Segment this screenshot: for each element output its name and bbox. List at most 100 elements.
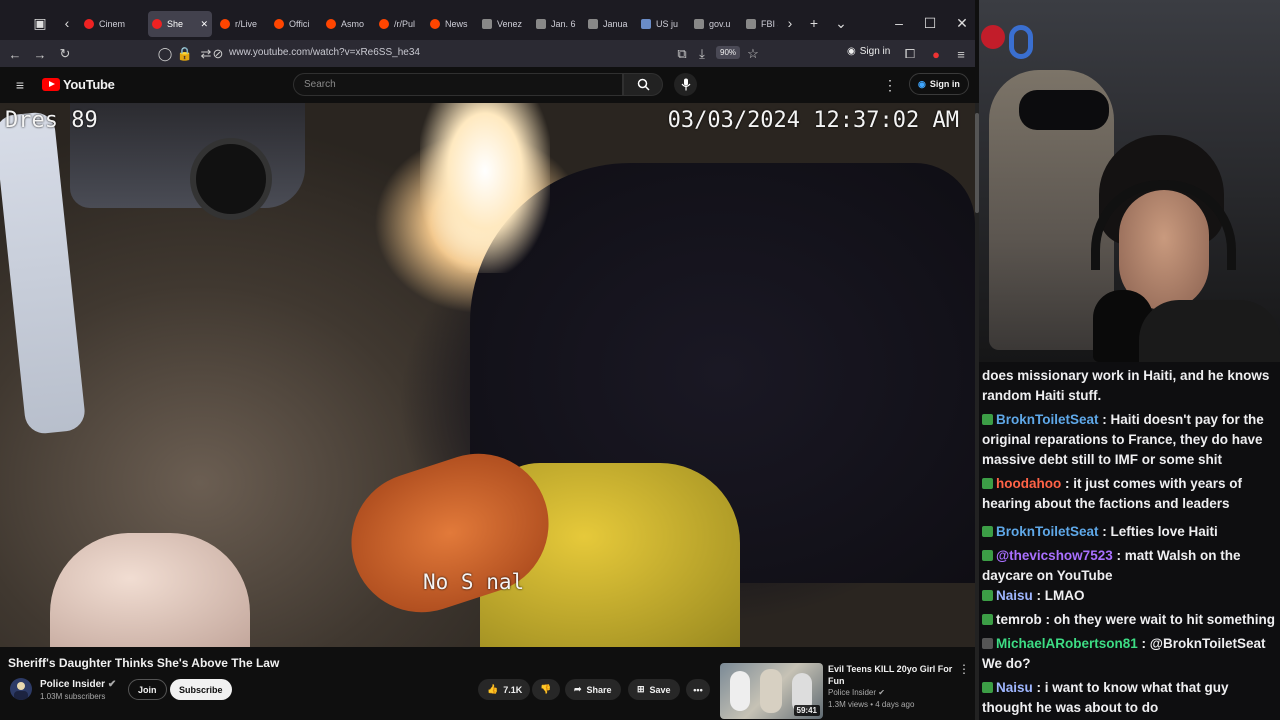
youtube-icon xyxy=(84,19,94,29)
youtube-logo[interactable]: YouTube xyxy=(42,77,115,92)
recommended-menu-icon[interactable]: ⋮ xyxy=(953,658,975,680)
like-count: 7.1K xyxy=(503,684,523,695)
flashlight-glare-shape xyxy=(420,103,550,273)
search-button[interactable] xyxy=(623,73,663,96)
chat-username[interactable]: BroknToiletSeat xyxy=(996,412,1099,427)
shield-icon[interactable]: ◯ xyxy=(155,44,175,64)
menu-icon[interactable]: ≡ xyxy=(951,44,971,64)
site-icon xyxy=(694,19,704,29)
tab-label: US ju xyxy=(656,19,679,29)
back-icon[interactable]: ← xyxy=(5,44,25,64)
tab-2[interactable]: r/Live xyxy=(216,11,266,37)
maximize-icon[interactable]: ☐ xyxy=(919,12,941,34)
extensions-icon[interactable]: ⧠ xyxy=(900,44,920,64)
dislike-button[interactable]: 👎 xyxy=(532,679,560,700)
bookmark-star-icon[interactable]: ☆ xyxy=(743,44,763,64)
video-duration: 59:41 xyxy=(793,705,820,716)
picture-in-picture-icon[interactable]: ⧉ xyxy=(672,44,692,64)
tab-4[interactable]: Asmo xyxy=(322,11,371,37)
tab-label: Asmo xyxy=(341,19,365,29)
lock-icon[interactable]: 🔒 xyxy=(175,44,195,64)
chat-message: MichaelARobertson81 : @BroknToiletSeat W… xyxy=(982,636,1266,671)
voice-search-button[interactable] xyxy=(674,73,697,96)
thumbs-up-icon: 👍 xyxy=(487,684,499,694)
addon-icon[interactable]: ● xyxy=(926,44,946,64)
ellipsis-icon: ••• xyxy=(693,684,703,695)
tab-0[interactable]: Cinem xyxy=(80,11,142,37)
url-bar[interactable]: www.youtube.com/watch?v=xRe6SS_he34 xyxy=(229,47,420,58)
channel-avatar[interactable] xyxy=(10,678,32,700)
tab-11[interactable]: gov.u xyxy=(690,11,738,37)
chat-username[interactable]: temrob xyxy=(996,612,1042,627)
youtube-header: ≡ YouTube ⋮ ◉ Sign in xyxy=(0,67,975,103)
video-player[interactable]: Dres 89 03/03/2024 12:37:02 AM No S nal xyxy=(0,103,975,647)
site-icon xyxy=(536,19,546,29)
tab-3[interactable]: Offici xyxy=(270,11,318,37)
account-sign-in-button[interactable]: ◉ Sign in xyxy=(847,46,890,57)
recommended-title[interactable]: Evil Teens KILL 20yo Girl For Fun xyxy=(828,663,953,687)
shirt-shape xyxy=(1139,300,1280,362)
search-input[interactable] xyxy=(294,74,614,95)
youtube-sign-in-button[interactable]: ◉ Sign in xyxy=(909,73,969,95)
tab-5[interactable]: /r/Pul xyxy=(375,11,422,37)
tabs-scroll-right-icon[interactable]: › xyxy=(779,12,801,34)
like-button[interactable]: 👍 7.1K xyxy=(478,679,530,700)
tab-6[interactable]: News xyxy=(426,11,474,37)
zoom-level[interactable]: 90% xyxy=(716,46,741,59)
tab-label: /r/Pul xyxy=(394,19,416,29)
tab-label: Venez xyxy=(497,19,523,29)
tab-10[interactable]: US ju xyxy=(637,11,686,37)
chat-message: @thevicshow7523 : matt Walsh on the dayc… xyxy=(982,548,1241,583)
new-tab-icon[interactable]: + xyxy=(803,12,825,34)
chat-badge-icon xyxy=(982,682,993,693)
hamburger-menu-icon[interactable]: ≡ xyxy=(9,74,31,96)
channel-name[interactable]: Police Insider ✔ xyxy=(40,679,116,690)
tab-12[interactable]: FBI a xyxy=(742,11,778,37)
chat-badge-icon xyxy=(982,526,993,537)
chat-message: hoodahoo : it just comes with years of h… xyxy=(982,476,1243,511)
reddit-icon xyxy=(326,19,336,29)
tab-label: News xyxy=(445,19,468,29)
chat-badge-icon xyxy=(982,614,993,625)
youtube-logo-text: YouTube xyxy=(63,77,115,92)
tab-overview-icon[interactable]: ▣ xyxy=(29,12,51,34)
chat-badge-icon xyxy=(982,478,993,489)
tab-7[interactable]: Venez xyxy=(478,11,528,37)
close-tab-icon[interactable]: ✕ xyxy=(200,19,208,30)
chat-username[interactable]: @thevicshow7523 xyxy=(996,548,1113,563)
camera-id-overlay: Dres 89 xyxy=(5,108,98,133)
tab-label: Jan. 6 xyxy=(551,19,576,29)
recommended-channel[interactable]: Police Insider ✔ xyxy=(828,688,885,697)
save-button[interactable]: ⊞ Save xyxy=(628,679,680,700)
chat-username[interactable]: Naisu xyxy=(996,680,1033,695)
reload-icon[interactable]: ↻ xyxy=(55,44,75,64)
car-wheel-shape xyxy=(190,138,272,220)
timestamp-overlay: 03/03/2024 12:37:02 AM xyxy=(667,108,959,133)
tab-list-icon[interactable]: ⌄ xyxy=(830,12,852,34)
chat-username[interactable]: hoodahoo xyxy=(996,476,1061,491)
recommended-thumbnail[interactable]: 59:41 xyxy=(720,663,823,719)
tab-1[interactable]: She ✕ xyxy=(148,11,212,37)
reddit-icon xyxy=(430,19,440,29)
chat-username[interactable]: BroknToiletSeat xyxy=(996,524,1099,539)
chat-username[interactable]: Naisu xyxy=(996,588,1033,603)
police-badge-icon xyxy=(14,682,28,700)
forward-icon[interactable]: → xyxy=(30,44,50,64)
subscribe-button[interactable]: Subscribe xyxy=(170,679,232,700)
share-button[interactable]: ➦ Share xyxy=(565,679,621,700)
minimize-icon[interactable]: – xyxy=(888,12,910,34)
tabs-scroll-left-icon[interactable]: ‹ xyxy=(56,12,78,34)
chat-message: Naisu : i want to know what that guy tho… xyxy=(982,680,1229,715)
chat-badge-icon xyxy=(982,638,993,649)
join-button[interactable]: Join xyxy=(128,679,167,700)
tracking-icon[interactable]: ⊘ xyxy=(208,44,228,64)
tab-9[interactable]: Janua xyxy=(584,11,633,37)
tab-8[interactable]: Jan. 6 xyxy=(532,11,580,37)
more-actions-button[interactable]: ••• xyxy=(686,679,710,700)
download-icon[interactable]: ⤓ xyxy=(692,44,712,64)
share-arrow-icon: ➦ xyxy=(574,684,582,694)
close-window-icon[interactable]: ✕ xyxy=(951,12,973,34)
tab-label: Offici xyxy=(289,19,310,29)
more-options-icon[interactable]: ⋮ xyxy=(879,74,901,96)
chat-username[interactable]: MichaelARobertson81 xyxy=(996,636,1138,651)
